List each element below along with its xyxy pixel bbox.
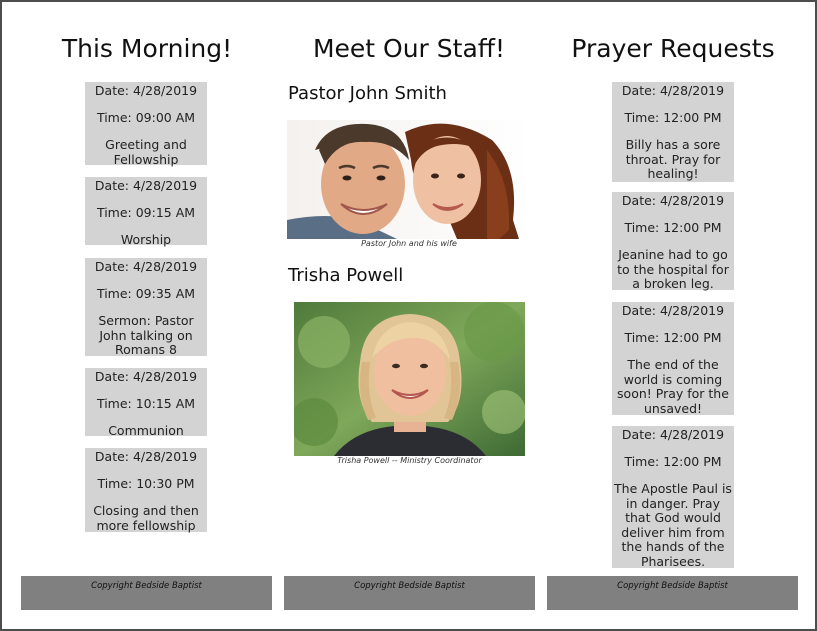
prayer-requests-title: Prayer Requests: [571, 34, 775, 63]
staff-name: Trisha Powell: [288, 265, 404, 286]
schedule-event: Closing and then more fellowship: [93, 503, 199, 533]
schedule-card: Date: 4/28/2019 Time: 10:30 PM Closing a…: [85, 448, 207, 532]
page-frame: This Morning! Meet Our Staff! Prayer Req…: [0, 0, 817, 631]
this-morning-title: This Morning!: [61, 34, 233, 63]
pastor-couple-photo: [287, 120, 531, 239]
prayer-text: Jeanine had to go to the hospital for a …: [617, 247, 729, 291]
photo-caption: Pastor John and his wife: [361, 239, 457, 248]
schedule-card: Date: 4/28/2019 Time: 09:00 AM Greeting …: [85, 82, 207, 167]
schedule-date: Date: 4/28/2019: [94, 259, 198, 274]
prayer-card: Date: 4/28/2019 Time: 12:00 PM The Apost…: [612, 426, 734, 568]
schedule-date: Date: 4/28/2019: [94, 178, 198, 193]
prayer-date: Date: 4/28/2019: [621, 427, 725, 442]
staff-name: Pastor John Smith: [288, 83, 447, 104]
schedule-card: Date: 4/28/2019 Time: 09:35 AM Sermon: P…: [85, 258, 207, 357]
prayer-text: Billy has a sore throat. Pray for healin…: [625, 137, 721, 181]
meet-our-staff-title: Meet Our Staff!: [312, 34, 506, 63]
prayer-time: Time: 12:00 PM: [624, 330, 722, 345]
schedule-date: Date: 4/28/2019: [94, 449, 198, 464]
footer-copyright: Copyright Bedside Baptist: [284, 576, 535, 610]
photo-caption: Trisha Powell -- Ministry Coordinator: [337, 456, 482, 465]
schedule-date: Date: 4/28/2019: [94, 369, 198, 384]
prayer-time: Time: 12:00 PM: [624, 110, 722, 125]
footer-copyright: Copyright Bedside Baptist: [547, 576, 798, 610]
schedule-time: Time: 10:15 AM: [96, 396, 196, 411]
schedule-event: Greeting and Fellowship: [105, 137, 187, 167]
pastor-couple-image: [287, 120, 531, 239]
schedule-time: Time: 09:00 AM: [96, 110, 196, 125]
prayer-text: The end of the world is coming soon! Pra…: [617, 357, 729, 416]
prayer-text: The Apostle Paul is in danger. Pray that…: [614, 481, 732, 569]
footer-copyright: Copyright Bedside Baptist: [21, 576, 272, 610]
prayer-date: Date: 4/28/2019: [621, 193, 725, 208]
prayer-time: Time: 12:00 PM: [624, 220, 722, 235]
schedule-date: Date: 4/28/2019: [94, 83, 198, 98]
prayer-time: Time: 12:00 PM: [624, 454, 722, 469]
prayer-date: Date: 4/28/2019: [621, 303, 725, 318]
prayer-card: Date: 4/28/2019 Time: 12:00 PM Billy has…: [612, 82, 734, 182]
schedule-event: Communion: [108, 423, 184, 438]
trisha-powell-image: [294, 302, 525, 456]
schedule-card: Date: 4/28/2019 Time: 09:15 AM Worship: [85, 177, 207, 247]
schedule-time: Time: 09:35 AM: [96, 286, 196, 301]
prayer-date: Date: 4/28/2019: [621, 83, 725, 98]
schedule-time: Time: 10:30 PM: [97, 476, 195, 491]
schedule-event: Sermon: Pastor John talking on Romans 8: [98, 313, 194, 357]
trisha-powell-photo: [294, 302, 525, 456]
prayer-card: Date: 4/28/2019 Time: 12:00 PM Jeanine h…: [612, 192, 734, 291]
schedule-card: Date: 4/28/2019 Time: 10:15 AM Communion: [85, 368, 207, 438]
schedule-event: Worship: [120, 232, 172, 247]
schedule-time: Time: 09:15 AM: [96, 205, 196, 220]
prayer-card: Date: 4/28/2019 Time: 12:00 PM The end o…: [612, 302, 734, 415]
